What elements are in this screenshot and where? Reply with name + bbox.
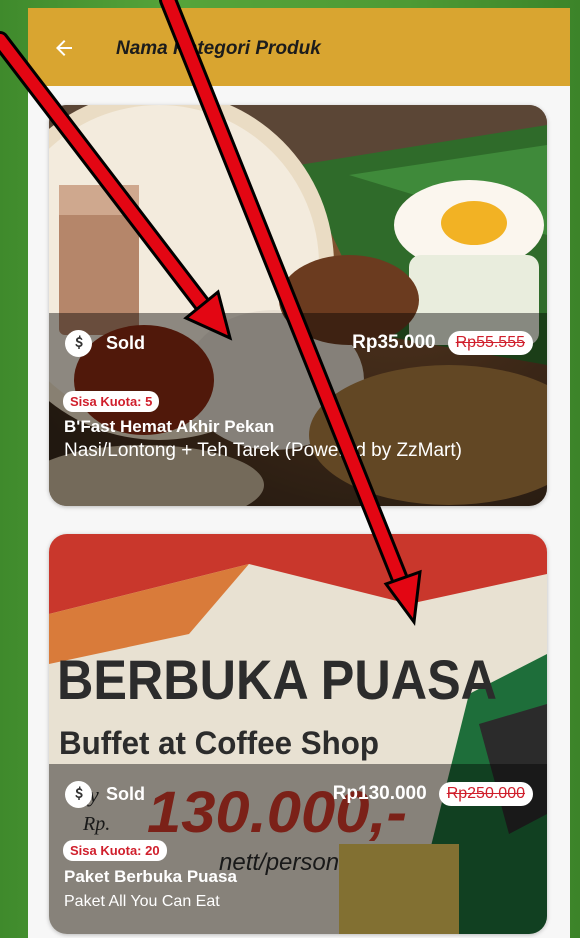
product-description: Nasi/Lontong + Teh Tarek (Powered by ZzM… [64, 440, 462, 461]
quota-badge: Sisa Kuota: 5 [63, 391, 160, 412]
banner-headline: BERBUKA PUASA [57, 648, 497, 711]
app-bar: Nama Kategori Produk [28, 8, 570, 86]
product-name: B'Fast Hemat Akhir Pekan [64, 417, 275, 436]
product-card[interactable]: Sold Rp35.000 Rp55.555 Sisa Kuota: 5 B'F… [49, 105, 547, 506]
original-price: Rp250.000 [438, 782, 533, 806]
arrow-left-icon [56, 40, 72, 56]
phone-screen: Nama Kategori Produk Sold Rp35.000 Rp55.… [28, 8, 570, 938]
product-card[interactable]: BERBUKA PUASA Buffet at Coffee Shop city… [49, 534, 547, 934]
sold-label: Sold [106, 783, 145, 804]
sold-label: Sold [106, 332, 145, 353]
quota-badge: Sisa Kuota: 20 [63, 840, 167, 861]
product-info-overlay: Sold Rp35.000 Rp55.555 Sisa Kuota: 5 B'F… [49, 313, 547, 506]
dollar-icon [65, 329, 92, 357]
product-info-overlay: Sold Rp130.000 Rp250.000 Sisa Kuota: 20 … [49, 764, 547, 934]
banner-subline: Buffet at Coffee Shop [59, 725, 379, 761]
price: Rp35.000 [352, 332, 436, 353]
original-price: Rp55.555 [447, 331, 533, 355]
product-name: Paket Berbuka Puasa [64, 867, 237, 886]
sold-price-row: Sold Rp130.000 Rp250.000 [65, 778, 533, 810]
price: Rp130.000 [332, 783, 427, 804]
product-description: Paket All You Can Eat [64, 893, 220, 910]
page-title: Nama Kategori Produk [116, 38, 321, 59]
sold-price-row: Sold Rp35.000 Rp55.555 [65, 327, 533, 359]
dollar-icon [65, 780, 92, 808]
back-button[interactable] [46, 30, 82, 66]
